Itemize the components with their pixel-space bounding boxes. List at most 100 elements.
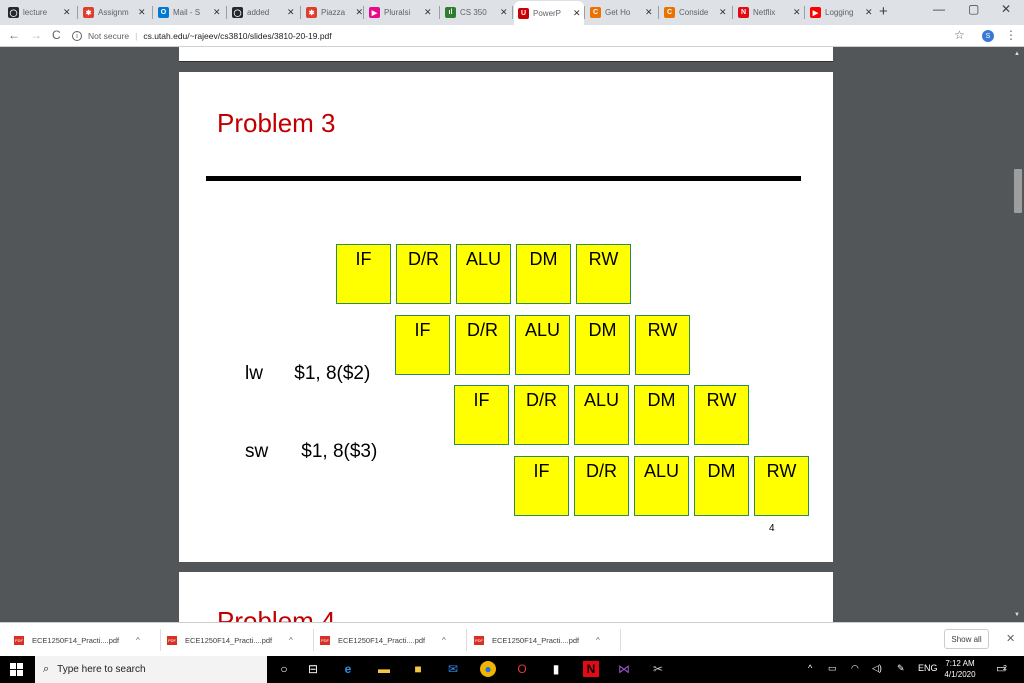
pipeline-stage: RW: [576, 244, 631, 304]
forward-button[interactable]: →: [30, 28, 42, 42]
chevron-up-icon[interactable]: ^: [289, 636, 293, 645]
browser-tab[interactable]: ◯ added ✕: [228, 2, 300, 23]
chrome-icon[interactable]: ●: [480, 661, 496, 677]
browser-tab[interactable]: O Mail - S ✕: [154, 2, 226, 23]
youtube-icon: ▶: [810, 7, 821, 18]
netflix-app-icon[interactable]: N: [583, 661, 599, 677]
chevron-up-icon[interactable]: ^: [596, 636, 600, 645]
url-text[interactable]: cs.utah.edu/~rajeev/cs3810/slides/3810-2…: [143, 31, 331, 41]
tab-separator: [363, 6, 364, 19]
file-explorer-icon[interactable]: ▬: [376, 661, 392, 677]
download-item[interactable]: PDF ECE1250F14_Practi....pdf ^: [474, 632, 600, 648]
tab-close-icon[interactable]: ✕: [645, 7, 653, 18]
snipping-tool-icon[interactable]: ✂: [650, 661, 666, 677]
pdf-file-icon: PDF: [320, 635, 330, 645]
tab-close-icon[interactable]: ✕: [63, 7, 71, 18]
tab-close-icon[interactable]: ✕: [138, 7, 146, 18]
browser-tab[interactable]: ✱ Assignm ✕: [79, 2, 152, 23]
language-indicator[interactable]: ENG: [918, 663, 938, 673]
volume-icon[interactable]: ◁): [872, 663, 882, 674]
download-item[interactable]: PDF ECE1250F14_Practi....pdf ^: [14, 632, 140, 648]
browser-menu-icon[interactable]: ⋮: [1005, 28, 1017, 42]
browser-tab[interactable]: ◯ lecture ✕: [4, 2, 77, 23]
tab-close-icon[interactable]: ✕: [573, 8, 581, 19]
download-item[interactable]: PDF ECE1250F14_Practi....pdf ^: [320, 632, 446, 648]
tab-separator: [226, 6, 227, 19]
tab-close-icon[interactable]: ✕: [793, 7, 801, 18]
tab-separator: [439, 6, 440, 19]
pipeline-stage: IF: [454, 385, 509, 445]
cortana-icon[interactable]: ○: [276, 661, 292, 677]
scroll-down-arrow[interactable]: ▼: [1014, 612, 1020, 618]
tab-close-icon[interactable]: ✕: [287, 7, 295, 18]
bookmark-star-icon[interactable]: ☆: [954, 28, 965, 42]
scroll-up-arrow[interactable]: ▲: [1014, 51, 1020, 57]
browser-tab[interactable]: C Get Ho ✕: [586, 2, 658, 23]
taskbar-search-box[interactable]: ⌕ Type here to search: [35, 656, 267, 683]
browser-tab[interactable]: ▶ Pluralsi ✕: [365, 2, 439, 23]
next-slide-title: Problem 4: [217, 606, 336, 622]
tab-close-icon[interactable]: ✕: [500, 7, 508, 18]
store-icon[interactable]: ■: [410, 661, 426, 677]
tab-separator: [77, 6, 78, 19]
windows-start-button[interactable]: [10, 663, 23, 676]
browser-tab[interactable]: ✱ Piazza ✕: [302, 2, 363, 23]
battery-icon[interactable]: ▭: [828, 663, 837, 674]
tab-close-icon[interactable]: ✕: [424, 7, 432, 18]
pipeline-stage: ALU: [634, 456, 689, 516]
pipeline-stage: RW: [635, 315, 690, 375]
download-separator: [160, 629, 161, 651]
profile-avatar[interactable]: S: [982, 30, 994, 42]
omnibox-divider: |: [135, 31, 138, 41]
reload-button[interactable]: C: [52, 28, 61, 42]
info-icon[interactable]: i: [72, 31, 82, 41]
mail-icon[interactable]: ✉: [445, 661, 461, 677]
wifi-icon[interactable]: ◠: [851, 663, 859, 674]
tab-strip: + — ▢ ✕ ◯ lecture ✕ ✱ Assignm ✕ O Mail - S ✕ ◯ add…: [0, 0, 1024, 25]
tab-close-icon[interactable]: ✕: [355, 7, 363, 18]
browser-tab[interactable]: N Netflix ✕: [734, 2, 804, 23]
pipeline-stage: IF: [336, 244, 391, 304]
github-icon: ◯: [8, 7, 19, 18]
tab-separator: [300, 6, 301, 19]
tab-separator: [512, 6, 513, 19]
instruction-opcode: lw: [245, 363, 263, 384]
pipeline-stage: ALU: [456, 244, 511, 304]
canvas-icon: ✱: [306, 7, 317, 18]
download-filename: ECE1250F14_Practi....pdf: [338, 635, 426, 645]
edge-icon[interactable]: e: [340, 661, 356, 677]
new-tab-button[interactable]: +: [879, 3, 888, 20]
tab-close-icon[interactable]: ✕: [865, 7, 873, 18]
task-view-icon[interactable]: ⊟: [305, 661, 321, 677]
browser-tab[interactable]: ▶ Logging ✕: [806, 2, 876, 23]
tray-overflow-icon[interactable]: ^: [808, 663, 812, 673]
instruction-sw: sw $1, 8($3): [245, 441, 377, 463]
clock[interactable]: 7:12 AM 4/1/2020: [940, 658, 980, 680]
tab-close-icon[interactable]: ✕: [719, 7, 727, 18]
browser-tab[interactable]: C Conside ✕: [660, 2, 732, 23]
close-shelf-icon[interactable]: ✕: [1006, 632, 1015, 645]
close-window-button[interactable]: ✕: [1001, 2, 1011, 16]
browser-tab[interactable]: ıl CS 350 ✕: [441, 2, 512, 23]
pdf-viewer[interactable]: Problem 3 lw $1, 8($2) sw $1, 8($3) 4 IF…: [0, 47, 1024, 622]
scrollbar-track[interactable]: [1012, 47, 1024, 622]
notification-center-icon[interactable]: ▭ 2: [996, 662, 1012, 676]
back-button[interactable]: ←: [8, 28, 20, 42]
tab-close-icon[interactable]: ✕: [213, 7, 221, 18]
browser-tab[interactable]: U PowerP ✕: [514, 1, 584, 25]
scrollbar-thumb[interactable]: [1014, 169, 1022, 213]
restore-button[interactable]: ▢: [968, 2, 979, 16]
minimize-button[interactable]: —: [933, 2, 945, 16]
taskbar: ⌕ Type here to search ○ ⊟ e ▬ ■ ✉ ● O ▮ …: [0, 656, 1024, 683]
opera-icon[interactable]: O: [514, 661, 530, 677]
pipeline-stage: ALU: [515, 315, 570, 375]
chevron-up-icon[interactable]: ^: [136, 636, 140, 645]
show-all-downloads-button[interactable]: Show all: [944, 629, 989, 649]
pdf-file-icon: PDF: [14, 635, 24, 645]
pen-icon[interactable]: ✎: [897, 663, 905, 674]
download-item[interactable]: PDF ECE1250F14_Practi....pdf ^: [167, 632, 293, 648]
document-icon[interactable]: ▮: [548, 661, 564, 677]
omnibox[interactable]: i Not secure | cs.utah.edu/~rajeev/cs381…: [72, 27, 977, 45]
chevron-up-icon[interactable]: ^: [442, 636, 446, 645]
visual-studio-icon[interactable]: ⋈: [616, 661, 632, 677]
